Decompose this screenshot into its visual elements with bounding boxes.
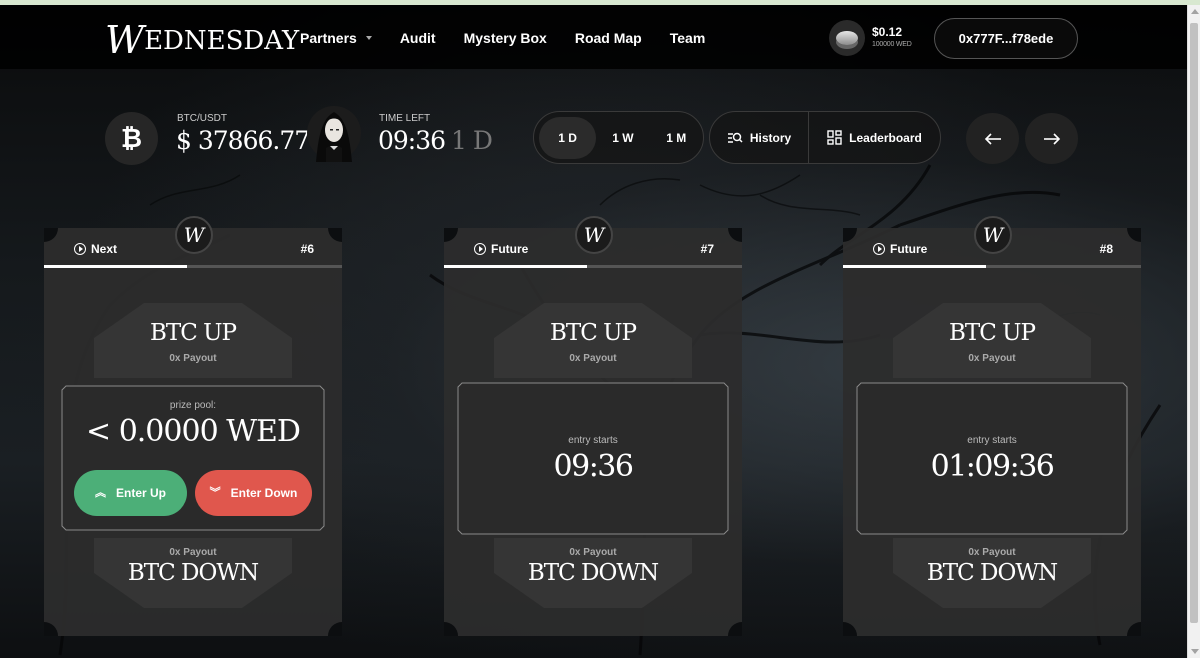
- round-status: Future: [474, 242, 528, 256]
- token-price: $0.12: [872, 25, 903, 39]
- period-1w-button[interactable]: 1 W: [596, 117, 649, 159]
- chevron-down-icon: [365, 36, 372, 40]
- nav-road-map[interactable]: Road Map: [575, 30, 642, 46]
- play-circle-icon: [873, 243, 885, 255]
- leaderboard-button[interactable]: Leaderboard: [809, 111, 940, 164]
- bitcoin-icon: ₿: [105, 112, 158, 165]
- pair-price: $ 37866.77: [176, 126, 310, 155]
- token-coin-icon: [829, 20, 865, 56]
- time-period: 1 D: [451, 126, 493, 155]
- page-scrollbar[interactable]: [1187, 5, 1200, 658]
- down-payout: 0x Payout: [968, 547, 1016, 558]
- logo-text: EDNESDAY: [144, 26, 300, 56]
- time-left-label: TIME LEFT: [379, 113, 431, 124]
- scrollbar-thumb[interactable]: [1190, 23, 1198, 623]
- time-remaining: 09:36: [378, 126, 446, 155]
- round-number: #8: [1099, 242, 1113, 256]
- arrow-left-icon: [984, 132, 1001, 145]
- btc-down-title: BTC DOWN: [527, 560, 659, 586]
- arrow-right-icon: [1043, 132, 1060, 145]
- double-chevron-down-icon: ︾: [209, 486, 221, 499]
- period-1m-button[interactable]: 1 M: [650, 117, 703, 159]
- top-nav-bar: WEDNESDAY Partners Audit Mystery Box Roa…: [0, 5, 1187, 69]
- btc-up-title: BTC UP: [948, 320, 1036, 346]
- wednesday-logo[interactable]: WEDNESDAY: [105, 18, 299, 62]
- round-progress: [44, 265, 342, 268]
- entry-starts-value: 01:09:36: [930, 449, 1055, 484]
- nav-partners[interactable]: Partners: [300, 30, 372, 46]
- history-button[interactable]: History: [710, 111, 809, 164]
- nav-mystery-box[interactable]: Mystery Box: [464, 30, 547, 46]
- history-search-icon: [727, 132, 743, 143]
- entry-starts-label: entry starts: [568, 435, 618, 446]
- up-payout: 0x Payout: [569, 353, 617, 364]
- history-leaderboard-group: History Leaderboard: [709, 111, 941, 164]
- nav-audit[interactable]: Audit: [400, 30, 436, 46]
- next-round-button[interactable]: [1025, 113, 1078, 164]
- scroll-down-icon[interactable]: [1191, 649, 1199, 654]
- logo-initial: W: [105, 18, 145, 62]
- play-circle-icon: [74, 243, 86, 255]
- play-circle-icon: [474, 243, 486, 255]
- wednesday-emblem-icon: W: [974, 216, 1012, 254]
- enter-down-button[interactable]: ︾ Enter Down: [195, 470, 312, 516]
- up-payout: 0x Payout: [968, 353, 1016, 364]
- wednesday-emblem-icon: W: [575, 216, 613, 254]
- main-nav: Partners Audit Mystery Box Road Map Team: [300, 30, 733, 46]
- round-progress: [444, 265, 742, 268]
- up-payout: 0x Payout: [169, 353, 217, 364]
- round-number: #6: [300, 242, 314, 256]
- period-selector: 1 D 1 W 1 M: [533, 111, 704, 164]
- round-status: Future: [873, 242, 927, 256]
- round-card-7: W Future #7 BTC UP 0x Payout entry start…: [444, 216, 742, 636]
- token-balance: $0.12 100000 WED: [872, 25, 912, 48]
- nav-team[interactable]: Team: [670, 30, 706, 46]
- btc-down-title: BTC DOWN: [926, 560, 1058, 586]
- entry-starts-value: 09:36: [553, 449, 634, 484]
- enter-up-button[interactable]: ︽ Enter Up: [74, 470, 187, 516]
- prize-pool-label: prize pool:: [169, 400, 217, 411]
- double-chevron-up-icon: ︽: [94, 486, 106, 499]
- down-payout: 0x Payout: [569, 547, 617, 558]
- entry-starts-label: entry starts: [967, 435, 1017, 446]
- app-stage: WEDNESDAY Partners Audit Mystery Box Roa…: [0, 5, 1187, 658]
- wallet-address-button[interactable]: 0x777F...f78ede: [934, 18, 1078, 59]
- time-left-value: 09:36 1 D: [378, 126, 493, 155]
- round-card-6: W Next #6 BTC UP 0x Payout prize pool: <…: [44, 216, 342, 636]
- pair-label: BTC/USDT: [177, 113, 227, 124]
- token-amount: 100000 WED: [872, 41, 912, 48]
- period-1d-button[interactable]: 1 D: [539, 116, 597, 159]
- wednesday-emblem-icon: W: [175, 216, 213, 254]
- round-card-8: W Future #8 BTC UP 0x Payout entry start…: [843, 216, 1141, 636]
- prize-pool-value: < 0.0000 WED: [86, 414, 301, 449]
- round-progress: [843, 265, 1141, 268]
- down-payout: 0x Payout: [169, 547, 217, 558]
- leaderboard-grid-icon: [827, 130, 842, 145]
- btc-up-title: BTC UP: [549, 320, 637, 346]
- round-number: #7: [700, 242, 714, 256]
- btc-down-title: BTC DOWN: [127, 560, 259, 586]
- btc-up-title: BTC UP: [149, 320, 237, 346]
- prev-round-button[interactable]: [966, 113, 1019, 164]
- wednesday-avatar: [307, 106, 361, 162]
- round-status: Next: [74, 242, 117, 256]
- scroll-up-icon[interactable]: [1191, 9, 1199, 14]
